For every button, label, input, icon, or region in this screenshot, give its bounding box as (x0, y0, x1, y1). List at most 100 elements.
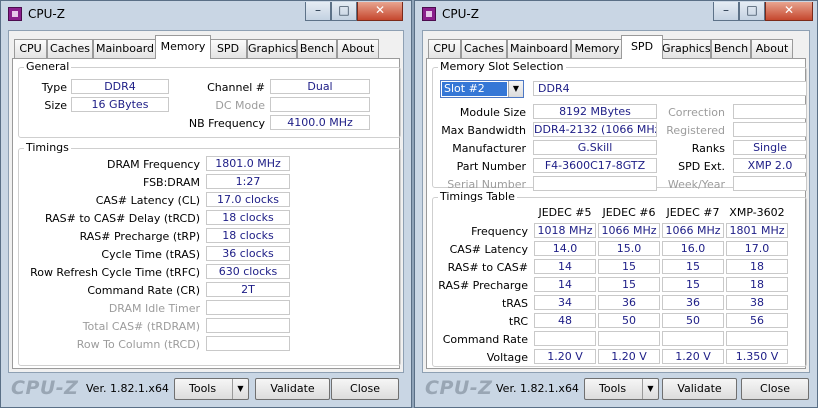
timings-row-label-voltage: Voltage (486, 351, 528, 364)
timings-row-label-ras-to-cas: RAS# to CAS# (447, 261, 528, 274)
close-window-button[interactable]: ✕ (357, 2, 403, 21)
validate-button[interactable]: Validate (662, 378, 737, 400)
timing-value-dram-idle-timer (206, 300, 290, 315)
timings-cell-command-rate-jedec-5 (534, 331, 596, 346)
timing-label-ras-to-cas-delay-trcd: RAS# to CAS# Delay (tRCD) (44, 212, 200, 225)
spd-value-correction (733, 104, 807, 119)
timings-cell-frequency-xmp-3602: 1801 MHz (726, 223, 788, 238)
timings-row-label-frequency: Frequency (471, 225, 528, 238)
validate-button[interactable]: Validate (255, 378, 330, 400)
tab-caches[interactable]: Caches (461, 39, 507, 58)
footer-bar: CPU-Z Ver. 1.82.1.x64 Tools ▼ Validate C… (1, 373, 411, 407)
timings-cell-command-rate-jedec-7 (662, 331, 724, 346)
spd-label-part-number: Part Number (456, 160, 526, 173)
chevron-down-icon[interactable]: ▼ (232, 379, 248, 399)
footer-bar: CPU-Z Ver. 1.82.1.x64 Tools ▼ Validate C… (415, 373, 817, 407)
cpuz-brand-logo: CPU-Z (425, 377, 493, 399)
timings-cell-tras-jedec-5: 34 (534, 295, 596, 310)
tab-memory[interactable]: Memory (571, 39, 623, 58)
tab-bench[interactable]: Bench (297, 39, 337, 58)
spd-label-registered: Registered (666, 124, 725, 137)
title-bar[interactable]: CPU-Z – □ ✕ (415, 1, 817, 29)
tab-spd[interactable]: SPD (621, 35, 663, 59)
timings-row-label-trc: tRC (508, 315, 528, 328)
timings-row-label-cas-latency: CAS# Latency (449, 243, 528, 256)
timings-cell-command-rate-jedec-6 (598, 331, 660, 346)
tab-cpu[interactable]: CPU (428, 39, 461, 58)
timings-cell-ras-precharge-jedec-5: 14 (534, 277, 596, 292)
timings-cell-ras-to-cas-jedec-5: 14 (534, 259, 596, 274)
general-group-title: General (24, 60, 72, 74)
timings-cell-frequency-jedec-6: 1066 MHz (598, 223, 660, 238)
cpuz-app-icon (422, 7, 436, 21)
maximize-button[interactable]: □ (739, 2, 765, 21)
tools-button[interactable]: Tools ▼ (174, 378, 249, 400)
nb-frequency-value: 4100.0 MHz (270, 115, 370, 130)
title-bar[interactable]: CPU-Z – □ ✕ (1, 1, 411, 29)
memory-tab-content: General Type DDR4 Size 16 GBytes Channel… (12, 58, 401, 369)
window-title: CPU-Z (28, 7, 65, 21)
spd-value-ranks: Single (733, 140, 807, 155)
timings-table-title: Timings Table (438, 190, 517, 204)
tab-mainboard[interactable]: Mainboard (507, 39, 571, 58)
timings-row-label-command-rate: Command Rate (442, 333, 528, 346)
close-window-button[interactable]: ✕ (765, 2, 813, 21)
timing-value-cycle-time-tras: 36 clocks (206, 246, 290, 261)
slot-group-title: Memory Slot Selection (438, 60, 566, 74)
timings-cell-command-rate-xmp-3602 (726, 331, 788, 346)
close-button[interactable]: Close (741, 378, 809, 400)
timings-cell-ras-precharge-jedec-7: 15 (662, 277, 724, 292)
type-label: Type (41, 81, 67, 94)
column-header-jedec-6: JEDEC #6 (602, 206, 656, 219)
channel-label: Channel # (207, 81, 265, 94)
tab-bench[interactable]: Bench (711, 39, 751, 58)
tab-about[interactable]: About (337, 39, 379, 58)
timing-label-fsb-dram: FSB:DRAM (142, 176, 200, 189)
spd-label-week-year: Week/Year (667, 178, 725, 191)
memory-type-value: DDR4 (533, 81, 807, 96)
timing-label-command-rate-cr: Command Rate (CR) (87, 284, 200, 297)
timings-cell-tras-xmp-3602: 38 (726, 295, 788, 310)
spd-value-registered (733, 122, 807, 137)
chevron-down-icon[interactable]: ▼ (642, 379, 658, 399)
timing-label-cycle-time-tras: Cycle Time (tRAS) (101, 248, 200, 261)
timings-cell-cas-latency-jedec-7: 16.0 (662, 241, 724, 256)
spd-value-serial-number (533, 176, 657, 191)
timings-cell-voltage-jedec-7: 1.20 V (662, 349, 724, 364)
spd-label-module-size: Module Size (459, 106, 526, 119)
tab-cpu[interactable]: CPU (14, 39, 47, 58)
spd-value-spd-ext: XMP 2.0 (733, 158, 807, 173)
tab-graphics[interactable]: Graphics (661, 39, 711, 58)
timings-cell-ras-precharge-jedec-6: 15 (598, 277, 660, 292)
timings-group: Timings DRAM Frequency 1801.0 MHz FSB:DRAM… (18, 141, 401, 366)
cpuz-app-icon (8, 7, 22, 21)
main-panel: CPU Caches Mainboard Memory SPD Graphics Bench… (8, 30, 404, 373)
size-label: Size (44, 99, 67, 112)
maximize-button[interactable]: □ (331, 2, 357, 21)
chevron-down-icon[interactable]: ▼ (508, 81, 523, 97)
minimize-button[interactable]: – (713, 2, 739, 21)
tab-caches[interactable]: Caches (47, 39, 93, 58)
timing-value-fsb-dram: 1:27 (206, 174, 290, 189)
spd-label-manufacturer: Manufacturer (452, 142, 526, 155)
tools-button[interactable]: Tools ▼ (584, 378, 659, 400)
tab-mainboard[interactable]: Mainboard (93, 39, 157, 58)
timings-cell-cas-latency-xmp-3602: 17.0 (726, 241, 788, 256)
tab-memory[interactable]: Memory (155, 35, 211, 59)
timings-cell-voltage-xmp-3602: 1.350 V (726, 349, 788, 364)
slot-select-dropdown[interactable]: Slot #2 ▼ (440, 80, 524, 98)
tab-spd[interactable]: SPD (209, 39, 247, 58)
general-group: General Type DDR4 Size 16 GBytes Channel… (18, 60, 401, 138)
size-value: 16 GBytes (71, 97, 169, 112)
tools-button-label: Tools (599, 382, 627, 395)
timing-label-row-refresh-cycle-time-trfc: Row Refresh Cycle Time (tRFC) (30, 266, 200, 279)
close-button[interactable]: Close (331, 378, 399, 400)
timings-cell-ras-to-cas-jedec-6: 15 (598, 259, 660, 274)
dc-mode-label: DC Mode (215, 99, 265, 112)
timings-cell-trc-jedec-7: 50 (662, 313, 724, 328)
tab-graphics[interactable]: Graphics (247, 39, 297, 58)
tab-about[interactable]: About (751, 39, 793, 58)
timings-cell-trc-xmp-3602: 56 (726, 313, 788, 328)
timing-label-dram-idle-timer: DRAM Idle Timer (108, 302, 200, 315)
minimize-button[interactable]: – (305, 2, 331, 21)
